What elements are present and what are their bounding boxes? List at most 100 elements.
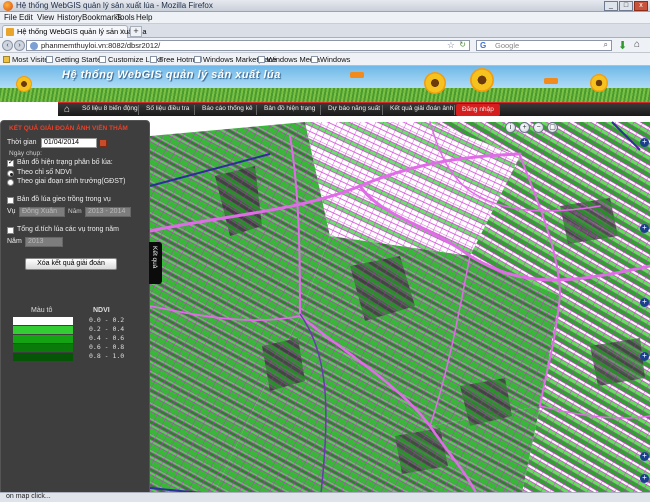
legend-value: 0.4 - 0.6 bbox=[89, 334, 125, 342]
nav-separator bbox=[194, 105, 195, 115]
legend-value: 0.8 - 1.0 bbox=[89, 352, 125, 360]
growth-stage-radio[interactable] bbox=[7, 179, 14, 186]
banner-title: Hệ thống WebGIS quản lý sản xuất lúa bbox=[62, 69, 281, 81]
legend-value-title: NDVI bbox=[93, 307, 110, 314]
legend-swatch bbox=[13, 335, 73, 343]
result-panel: KẾT QUẢ GIẢI ĐOÁN ẢNH VIỄN THÁM Thời gia… bbox=[0, 120, 150, 502]
reload-icon[interactable]: ↻ bbox=[459, 40, 466, 49]
legend-value: 0.0 - 0.2 bbox=[89, 316, 125, 324]
bookmark-star-icon[interactable]: ☆ bbox=[447, 40, 455, 51]
back-button[interactable]: ‹ bbox=[2, 40, 13, 51]
navigation-bar: ‹ › phanmemthuyloi.vn:8082/dbsr2012/ ☆ ↻… bbox=[0, 38, 650, 53]
site-favicon-icon bbox=[6, 28, 14, 36]
growth-stage-radio-label: Theo giai đoạn sinh trưởng(GĐST) bbox=[17, 178, 126, 185]
nav-separator bbox=[320, 105, 321, 115]
url-bar[interactable]: phanmemthuyloi.vn:8082/dbsr2012/ ☆ ↻ bbox=[26, 40, 470, 51]
expand-plus-icon[interactable]: + bbox=[640, 474, 649, 483]
total-area-label: Tổng d.tích lúa các vụ trong năm bbox=[17, 226, 119, 233]
capture-date-label: Ngày chụp: bbox=[9, 150, 42, 157]
legend-swatch bbox=[13, 344, 73, 352]
zoom-out-icon[interactable]: − bbox=[533, 122, 544, 133]
legend-value: 0.6 - 0.8 bbox=[89, 343, 125, 351]
page-icon bbox=[258, 56, 265, 63]
panel-header: KẾT QUẢ GIẢI ĐOÁN ẢNH VIỄN THÁM bbox=[9, 125, 128, 132]
url-text: phanmemthuyloi.vn:8082/dbsr2012/ bbox=[41, 41, 161, 50]
home-icon[interactable]: ⌂ bbox=[634, 39, 640, 50]
tab-label: Hệ thống WebGIS quản lý sản xuất lúa bbox=[17, 27, 147, 36]
ndvi-radio-label: Theo chỉ số NDVI bbox=[17, 169, 72, 176]
legend-swatch bbox=[13, 317, 73, 325]
legend-color-title: Màu tô bbox=[31, 307, 53, 314]
nav-so-lieu-dieu-tra[interactable]: Số liệu điều tra bbox=[146, 105, 189, 112]
season-select[interactable]: Đông Xuân bbox=[19, 207, 65, 217]
legend-swatch bbox=[13, 326, 73, 334]
tab-webgis[interactable]: Hệ thống WebGIS quản lý sản xuất lúa x bbox=[2, 25, 147, 38]
globe-icon bbox=[30, 42, 38, 50]
ndvi-radio[interactable] bbox=[7, 170, 14, 177]
expand-plus-icon[interactable]: + bbox=[640, 138, 649, 147]
current-map-label: Bản đồ hiện trạng phân bố lúa: bbox=[17, 159, 113, 166]
new-tab-button[interactable]: + bbox=[130, 26, 142, 37]
forward-button[interactable]: › bbox=[14, 40, 25, 51]
date-input[interactable]: 01/04/2014 bbox=[41, 138, 97, 148]
menu-tools[interactable]: Tools bbox=[116, 13, 135, 22]
download-arrow-icon[interactable]: ⬇ bbox=[618, 39, 627, 52]
season-year-select[interactable]: 2013 - 2014 bbox=[85, 207, 131, 217]
menu-file[interactable]: File bbox=[4, 13, 17, 22]
menu-edit[interactable]: Edit bbox=[19, 13, 33, 22]
identify-icon[interactable]: i bbox=[505, 122, 516, 133]
year-label: Năm bbox=[7, 238, 22, 245]
close-window-button[interactable]: x bbox=[634, 1, 648, 11]
page-icon bbox=[46, 56, 53, 63]
bookmark-windows[interactable]: Windows bbox=[311, 55, 350, 64]
status-bar: on map click... bbox=[0, 492, 650, 502]
window-title-bar: Hệ thống WebGIS quản lý sản xuất lúa - M… bbox=[0, 0, 650, 12]
expand-plus-icon[interactable]: + bbox=[640, 352, 649, 361]
nav-separator bbox=[256, 105, 257, 115]
menu-history[interactable]: History bbox=[57, 13, 82, 22]
total-area-checkbox[interactable] bbox=[7, 227, 14, 234]
status-text: on map click... bbox=[6, 493, 51, 500]
nav-so-lieu-bien-dong[interactable]: Số liệu 8 biến động bbox=[82, 105, 138, 112]
current-map-checkbox[interactable] bbox=[7, 158, 14, 167]
expand-plus-icon[interactable]: + bbox=[640, 298, 649, 307]
calendar-icon[interactable] bbox=[99, 139, 107, 147]
page-icon bbox=[311, 56, 318, 63]
year-select[interactable]: 2013 bbox=[25, 237, 63, 247]
expand-plus-icon[interactable]: + bbox=[640, 224, 649, 233]
season-map-checkbox[interactable] bbox=[7, 197, 14, 204]
page-icon bbox=[99, 56, 106, 63]
tab-strip: Hệ thống WebGIS quản lý sản xuất lúa x + bbox=[0, 24, 650, 38]
firefox-logo-icon bbox=[3, 1, 13, 11]
nav-dang-nhap[interactable]: Đăng nhập bbox=[456, 104, 500, 116]
menu-help[interactable]: Help bbox=[136, 13, 152, 22]
nav-ban-do-hien-trang[interactable]: Bản đồ hiện trạng bbox=[264, 105, 315, 112]
sunflower-icon bbox=[16, 76, 32, 92]
tab-close-icon[interactable]: x bbox=[120, 27, 124, 36]
maximize-button[interactable]: □ bbox=[619, 1, 633, 11]
search-engine-icon[interactable]: G bbox=[480, 41, 486, 50]
zoom-in-icon[interactable]: + bbox=[519, 122, 530, 133]
bookmark-getting-started[interactable]: Getting Started bbox=[46, 55, 105, 64]
nav-separator bbox=[382, 105, 383, 115]
search-box[interactable]: G Google ⌕ bbox=[476, 40, 612, 51]
menu-view[interactable]: View bbox=[37, 13, 54, 22]
rice-field-graphic bbox=[0, 88, 650, 102]
sunflower-icon bbox=[424, 72, 446, 94]
panel-toggle-label: Kết quả bbox=[151, 246, 158, 269]
legend-swatch bbox=[13, 353, 73, 361]
nav-ket-qua-giai-doan-anh[interactable]: Kết quả giải đoán ảnh bbox=[390, 105, 453, 112]
page-icon bbox=[194, 56, 201, 63]
season-map-label: Bản đồ lúa gieo trồng trong vụ bbox=[17, 196, 111, 203]
full-extent-icon[interactable]: ▢ bbox=[547, 122, 558, 133]
nav-bao-cao-thong-ke[interactable]: Báo cáo thống kê bbox=[202, 105, 253, 112]
nav-du-bao-nang-suat[interactable]: Dự báo năng suất bbox=[328, 105, 380, 112]
home-icon[interactable]: ⌂ bbox=[64, 104, 70, 115]
panel-toggle-tab[interactable]: Kết quả bbox=[149, 242, 162, 284]
year-label-small: Năm bbox=[68, 208, 82, 215]
minimize-button[interactable]: _ bbox=[604, 1, 618, 11]
expand-plus-icon[interactable]: + bbox=[640, 452, 649, 461]
clear-results-button[interactable]: Xóa kết quả giải đoán bbox=[25, 258, 117, 270]
search-icon[interactable]: ⌕ bbox=[604, 40, 608, 50]
sunflower-icon bbox=[590, 74, 608, 92]
